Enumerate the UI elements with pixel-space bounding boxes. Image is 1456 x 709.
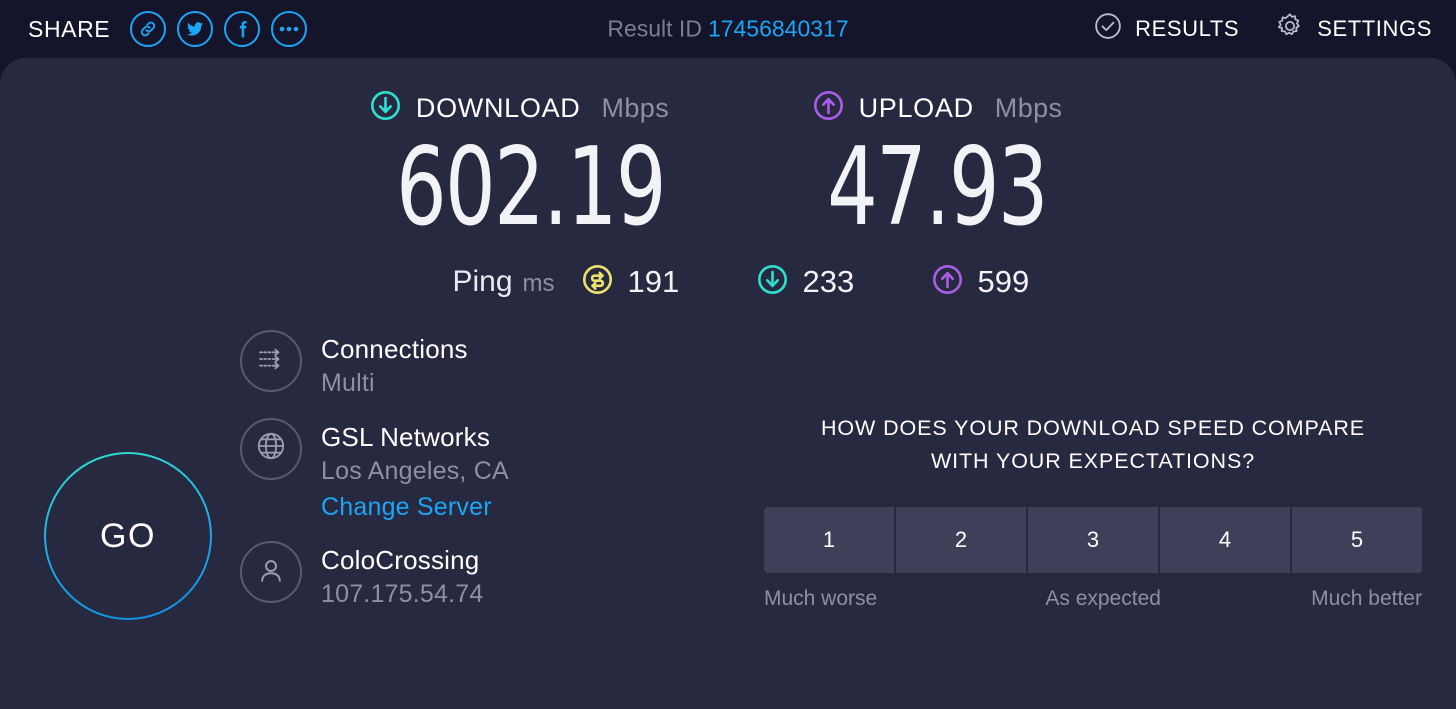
upload-label: UPLOAD bbox=[858, 92, 974, 123]
multi-connection-icon bbox=[254, 342, 288, 381]
connections-text: Connections Multi bbox=[321, 328, 468, 402]
result-id-value[interactable]: 17456840317 bbox=[708, 16, 849, 42]
twitter-icon bbox=[185, 19, 205, 39]
ping-unit: ms bbox=[522, 270, 555, 297]
ping-upload-value: 599 bbox=[977, 264, 1030, 299]
share-label: SHARE bbox=[28, 15, 111, 42]
connection-info-connections: Connections Multi bbox=[240, 328, 660, 402]
multi-connection-icon-wrap bbox=[240, 330, 302, 392]
lower-section: GO Connections Multi GSL Networks Los An… bbox=[0, 320, 1456, 709]
link-icon bbox=[138, 19, 158, 39]
connections-title: Connections bbox=[321, 334, 468, 364]
share-group: SHARE bbox=[28, 11, 308, 47]
share-more-button[interactable] bbox=[271, 11, 308, 47]
user-icon-wrap bbox=[240, 541, 302, 604]
rating-option-2[interactable]: 2 bbox=[896, 506, 1028, 573]
facebook-icon bbox=[232, 19, 252, 39]
go-button-label: GO bbox=[100, 516, 156, 555]
ping-heading: Ping ms bbox=[351, 265, 581, 299]
ping-idle: 191 bbox=[581, 263, 756, 301]
more-options-icon bbox=[278, 25, 300, 33]
ping-download: 233 bbox=[756, 263, 931, 301]
result-id-label: Result ID bbox=[607, 15, 702, 42]
ping-row: Ping ms 191 233 599 bbox=[0, 263, 1456, 301]
survey: HOW DOES YOUR DOWNLOAD SPEED COMPARE WIT… bbox=[764, 412, 1422, 611]
upload-latency-icon bbox=[931, 263, 964, 301]
rating-scale-labels: Much worse As expected Much better bbox=[764, 587, 1422, 611]
download-value: 602.19 bbox=[396, 125, 666, 250]
upload-heading: UPLOAD Mbps bbox=[787, 88, 1087, 128]
download-block: DOWNLOAD Mbps 602.19 bbox=[369, 88, 669, 242]
connections-sub: Multi bbox=[321, 369, 375, 398]
go-button[interactable]: GO bbox=[44, 452, 212, 620]
globe-icon bbox=[254, 429, 288, 468]
download-heading: DOWNLOAD Mbps bbox=[369, 88, 669, 128]
results-button[interactable]: RESULTS bbox=[1093, 11, 1239, 47]
app-header: SHARE Result ID 17456840317 RESULTS SETT… bbox=[0, 0, 1456, 58]
upload-unit: Mbps bbox=[994, 92, 1063, 123]
download-label: DOWNLOAD bbox=[415, 92, 581, 123]
rating-label-low: Much worse bbox=[764, 586, 878, 610]
globe-icon-wrap bbox=[240, 417, 302, 480]
survey-question-line1: HOW DOES YOUR DOWNLOAD SPEED COMPARE bbox=[820, 416, 1366, 440]
ping-download-value: 233 bbox=[802, 264, 855, 299]
rating-label-mid: As expected bbox=[1045, 586, 1161, 610]
ping-upload: 599 bbox=[931, 263, 1106, 301]
header-actions: RESULTS SETTINGS bbox=[1093, 11, 1432, 47]
ping-idle-value: 191 bbox=[627, 264, 680, 299]
download-unit: Mbps bbox=[601, 92, 670, 123]
rating-option-4[interactable]: 4 bbox=[1160, 506, 1292, 573]
share-link-button[interactable] bbox=[130, 11, 167, 47]
user-icon bbox=[254, 553, 288, 592]
ip-address: 107.175.54.74 bbox=[321, 580, 484, 609]
change-server-link[interactable]: Change Server bbox=[321, 490, 509, 526]
gear-icon bbox=[1275, 11, 1305, 47]
settings-label: SETTINGS bbox=[1317, 16, 1432, 41]
rating-options: 1 2 3 4 5 bbox=[764, 506, 1422, 573]
connection-info-isp: ColoCrossing 107.175.54.74 bbox=[240, 539, 660, 613]
server-name: GSL Networks bbox=[321, 421, 491, 452]
upload-arrow-icon bbox=[812, 89, 845, 127]
result-panel: DOWNLOAD Mbps 602.19 UPLOAD Mbps 47.93 P bbox=[0, 58, 1456, 709]
check-circle-icon bbox=[1093, 11, 1123, 47]
settings-button[interactable]: SETTINGS bbox=[1275, 11, 1432, 47]
go-button-wrap: GO bbox=[44, 452, 212, 620]
rating-option-1[interactable]: 1 bbox=[764, 506, 896, 573]
speed-readouts: DOWNLOAD Mbps 602.19 UPLOAD Mbps 47.93 bbox=[0, 88, 1456, 242]
download-arrow-icon bbox=[369, 89, 402, 127]
share-twitter-button[interactable] bbox=[177, 11, 214, 47]
server-location: Los Angeles, CA bbox=[321, 457, 509, 486]
rating-option-5[interactable]: 5 bbox=[1292, 506, 1422, 573]
results-label: RESULTS bbox=[1135, 16, 1240, 41]
rating-label-high: Much better bbox=[1311, 586, 1422, 610]
survey-question-line2: WITH YOUR EXPECTATIONS? bbox=[930, 449, 1256, 474]
server-text: GSL Networks Los Angeles, CA Change Serv… bbox=[321, 416, 509, 525]
connection-info-server: GSL Networks Los Angeles, CA Change Serv… bbox=[240, 416, 660, 525]
share-facebook-button[interactable] bbox=[224, 11, 261, 47]
download-latency-icon bbox=[756, 263, 789, 301]
ping-label: Ping bbox=[452, 265, 513, 298]
isp-text: ColoCrossing 107.175.54.74 bbox=[321, 539, 483, 613]
connection-info-list: Connections Multi GSL Networks Los Angel… bbox=[240, 328, 660, 627]
rating-option-3[interactable]: 3 bbox=[1028, 506, 1160, 573]
isp-name: ColoCrossing bbox=[321, 545, 480, 576]
upload-block: UPLOAD Mbps 47.93 bbox=[787, 88, 1087, 242]
idle-latency-icon bbox=[581, 263, 614, 301]
upload-value: 47.93 bbox=[827, 125, 1048, 250]
